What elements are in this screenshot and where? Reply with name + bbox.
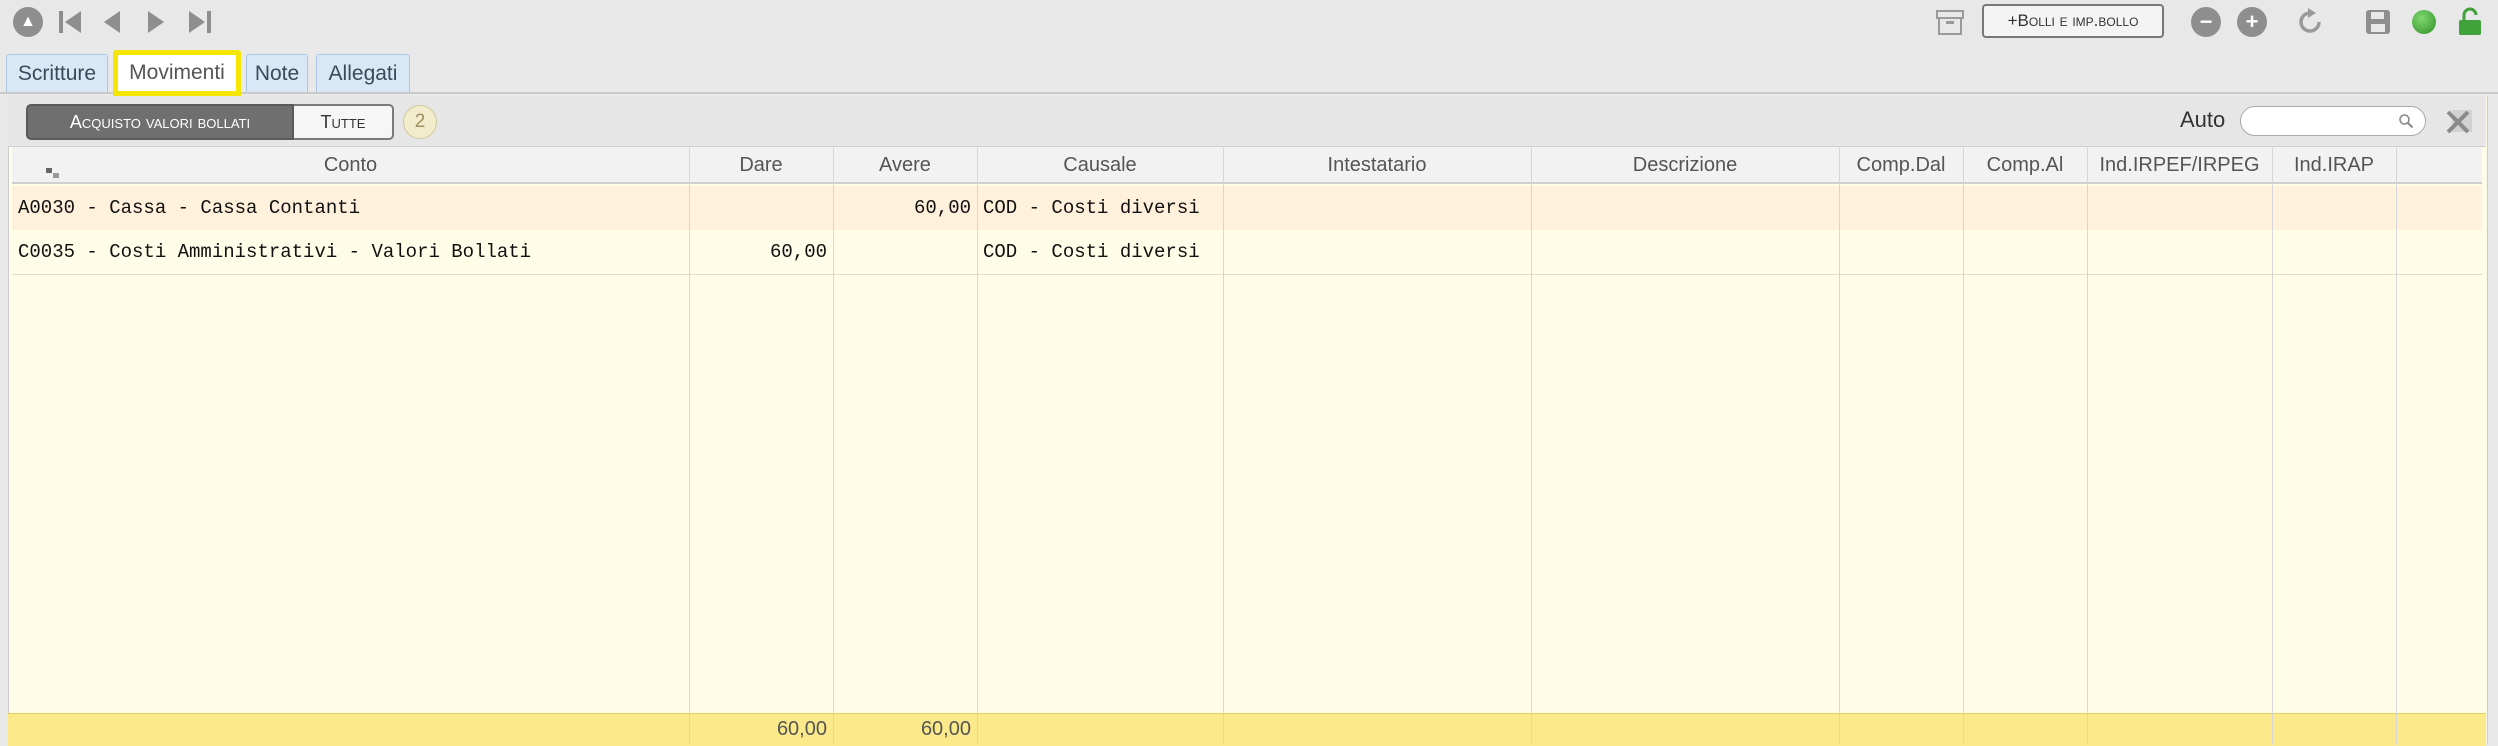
totals-row [8,713,2486,746]
column-header-comp-dal[interactable]: Comp.Dal [1839,147,1963,183]
column-header-descrizione[interactable]: Descrizione [1531,147,1839,183]
first-record-icon[interactable] [54,6,86,38]
column-header-ind-irap[interactable]: Ind.IRAP [2272,147,2396,183]
bolli-button-prefix: + [2007,11,2018,30]
cell-comp-al [1963,186,2087,230]
column-divider [2272,146,2273,745]
cell-descrizione [1531,186,1839,230]
column-header-comp-al[interactable]: Comp.Al [1963,147,2087,183]
column-header-avere[interactable]: Avere [833,147,977,183]
cell-ind-irap [2272,186,2396,230]
column-divider [689,146,690,745]
remove-icon[interactable]: − [2190,6,2222,38]
cell-dare: 60,00 [769,241,827,263]
column-settings-icon[interactable] [44,166,62,180]
cell-comp-al [1963,230,2087,274]
cell-avere: 60,00 [913,197,971,219]
cell-causale: COD - Costi diversi [983,197,1200,219]
auto-label: Auto [2180,107,2226,132]
cell-comp-dal [1839,186,1963,230]
column-divider [2396,146,2397,745]
filter-acquisto-valori-bollati[interactable]: Acquisto valori bollati [26,104,294,140]
cell-avere [833,230,977,274]
top-toolbar: ▲ + Bolli e imp.bollo − + [0,0,2498,46]
tabs-divider [0,92,2498,94]
last-record-icon[interactable] [184,6,216,38]
column-header-intestatario[interactable]: Intestatario [1223,147,1531,183]
column-header-causale[interactable]: Causale [977,147,1223,183]
column-header-conto[interactable]: Conto [12,147,689,183]
cell-ind-irap [2272,230,2396,274]
bolli-button-label: Bolli e imp.bollo [2017,11,2139,30]
total-avere: 60,00 [920,717,971,740]
table-row[interactable]: C0035 - Costi Amministrativi - Valori Bo… [12,230,2482,275]
cell-intestatario [1223,186,1531,230]
home-icon[interactable]: ▲ [12,6,44,38]
count-badge: 2 [403,105,437,139]
cell-intestatario [1223,230,1531,274]
column-divider [1531,146,1532,745]
status-green-icon [2408,6,2440,38]
total-dare: 60,00 [776,717,827,740]
cell-descrizione [1531,230,1839,274]
unlock-icon[interactable] [2454,6,2486,38]
add-icon[interactable]: + [2236,6,2268,38]
filter-tutte[interactable]: Tutte [294,104,394,140]
tab-allegati[interactable]: Allegati [316,54,410,92]
cell-dare [689,186,833,230]
excel-export-icon[interactable] [2446,106,2476,136]
column-divider [1963,146,1964,745]
previous-record-icon[interactable] [96,6,128,38]
column-header-ind-irpef-irpeg[interactable]: Ind.IRPEF/IRPEG [2087,147,2272,183]
cell-ind-irpef [2087,186,2272,230]
column-header-extra [2396,147,2482,183]
tab-scritture[interactable]: Scritture [6,54,108,92]
table-row[interactable]: A0030 - Cassa - Cassa Contanti 60,00 COD… [12,186,2482,230]
tab-note[interactable]: Note [246,54,308,92]
column-divider [833,146,834,745]
cell-conto: C0035 - Costi Amministrativi - Valori Bo… [18,241,532,263]
grid-header: Conto Dare Avere Causale Intestatario De… [12,146,2482,184]
column-divider [1223,146,1224,745]
save-icon[interactable] [2362,6,2394,38]
column-header-dare[interactable]: Dare [689,147,833,183]
archive-icon[interactable] [1934,6,1966,38]
bolli-button[interactable]: + Bolli e imp.bollo [1982,4,2164,38]
refresh-icon[interactable] [2294,6,2326,38]
cell-causale: COD - Costi diversi [983,241,1200,263]
column-divider [977,146,978,745]
cell-ind-irpef [2087,230,2272,274]
tab-movimenti[interactable]: Movimenti [113,50,241,96]
column-divider [2087,146,2088,745]
cell-conto: A0030 - Cassa - Cassa Contanti [18,197,361,219]
next-record-icon[interactable] [140,6,172,38]
column-divider [1839,146,1840,745]
search-icon [2399,114,2414,129]
cell-comp-dal [1839,230,1963,274]
